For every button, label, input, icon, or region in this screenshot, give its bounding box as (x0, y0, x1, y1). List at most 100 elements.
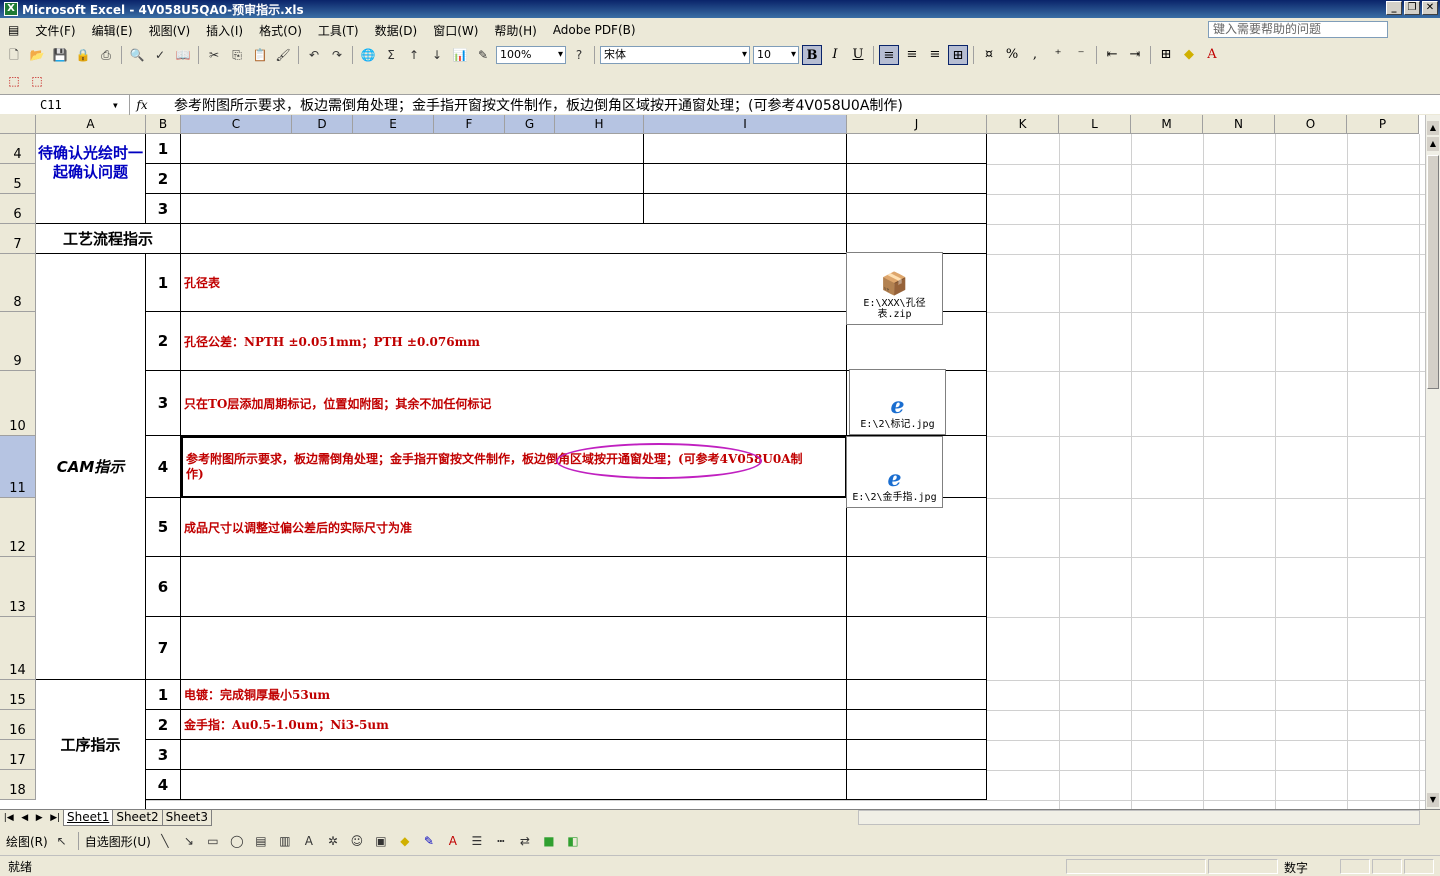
picture-icon[interactable]: ▣ (371, 831, 391, 851)
process-flow-title[interactable]: 工艺流程指示 (36, 224, 181, 254)
col-header-k[interactable]: K (987, 115, 1059, 134)
paste-icon[interactable]: 📋 (250, 45, 270, 65)
process-num-2[interactable]: 2 (146, 710, 181, 740)
row-header-5[interactable]: 5 (0, 164, 36, 194)
row-header-13[interactable]: 13 (0, 557, 36, 617)
pdf-convert-icon[interactable]: ⬚ (4, 71, 24, 91)
confirm-group-label[interactable]: 待确认光绘时一起确认问题 (36, 134, 146, 224)
scroll-up-icon[interactable]: ▲ (1427, 121, 1439, 135)
process-num-3[interactable]: 3 (146, 740, 181, 770)
confirm-cell[interactable] (181, 134, 644, 164)
select-all-corner[interactable] (0, 115, 36, 134)
process-item-4[interactable] (181, 770, 847, 800)
col-header-j[interactable]: J (847, 115, 987, 134)
col-header-h[interactable]: H (555, 115, 644, 134)
vertical-scrollbar[interactable]: ▲ ▲ ▼ (1425, 115, 1440, 809)
scroll-up-icon[interactable]: ▲ (1427, 137, 1439, 151)
3d-icon[interactable]: ◧ (563, 831, 583, 851)
align-right-icon[interactable]: ≡ (925, 45, 945, 65)
doc-icon[interactable]: ▤ (0, 23, 27, 37)
menu-help[interactable]: 帮助(H) (486, 22, 544, 39)
oval-icon[interactable]: ◯ (227, 831, 247, 851)
row-header-15[interactable]: 15 (0, 680, 36, 710)
dash-style-icon[interactable]: ┅ (491, 831, 511, 851)
sheet-tab-2[interactable]: Sheet2 (112, 810, 163, 826)
last-sheet-icon[interactable]: ▶| (50, 813, 60, 823)
line-icon[interactable]: ╲ (155, 831, 175, 851)
align-center-icon[interactable]: ≡ (902, 45, 922, 65)
col-header-m[interactable]: M (1131, 115, 1203, 134)
col-header-l[interactable]: L (1059, 115, 1131, 134)
sheet-tab-3[interactable]: Sheet3 (161, 810, 212, 826)
cam-group-label[interactable]: CAM指示 (36, 254, 146, 680)
attach-cell[interactable] (847, 617, 987, 680)
menu-file[interactable]: 文件(F) (27, 22, 83, 39)
arrow-style-icon[interactable]: ⇄ (515, 831, 535, 851)
col-header-p[interactable]: P (1347, 115, 1419, 134)
undo-icon[interactable]: ↶ (304, 45, 324, 65)
close-button[interactable]: ✕ (1422, 1, 1438, 15)
col-header-b[interactable]: B (146, 115, 181, 134)
process-num-4[interactable]: 4 (146, 770, 181, 800)
vertical-scroll-thumb[interactable] (1427, 155, 1439, 389)
italic-button[interactable]: I (825, 45, 845, 65)
wordart-icon[interactable]: A (299, 831, 319, 851)
first-sheet-icon[interactable]: |◀ (4, 813, 14, 823)
cam-item-5[interactable]: 成品尺寸以调整过偏公差后的实际尺寸为准 (181, 498, 847, 557)
menu-format[interactable]: 格式(O) (251, 22, 310, 39)
cam-item-7[interactable] (181, 617, 847, 680)
select-objects-icon[interactable]: ↖ (52, 831, 72, 851)
menu-data[interactable]: 数据(D) (367, 22, 426, 39)
cam-num-3[interactable]: 3 (146, 371, 181, 436)
save-icon[interactable]: 💾 (50, 45, 70, 65)
autoshapes-menu[interactable]: 自选图形(U) (85, 833, 151, 850)
row-header-7[interactable]: 7 (0, 224, 36, 254)
cam-num-4[interactable]: 4 (146, 436, 181, 498)
cam-item-1[interactable]: 孔径表 (181, 254, 847, 312)
row-header-14[interactable]: 14 (0, 617, 36, 680)
print-preview-icon[interactable]: 🔍 (127, 45, 147, 65)
embedded-zip-object[interactable]: 📦 E:\XXX\孔径表.zip (846, 252, 943, 325)
research-icon[interactable]: 📖 (173, 45, 193, 65)
embedded-jpg-object[interactable]: e E:\2\标记.jpg (849, 369, 946, 435)
col-header-n[interactable]: N (1203, 115, 1275, 134)
arrow-icon[interactable]: ↘ (179, 831, 199, 851)
font-color-icon[interactable]: A (443, 831, 463, 851)
row-header-10[interactable]: 10 (0, 371, 36, 436)
line-color-icon[interactable]: ✎ (419, 831, 439, 851)
col-header-o[interactable]: O (1275, 115, 1347, 134)
confirm-cell[interactable] (181, 164, 644, 194)
increase-decimal-icon[interactable]: ⁺ (1048, 45, 1068, 65)
process-item-1[interactable]: 电镀：完成铜厚最小53um (181, 680, 847, 710)
row-header-8[interactable]: 8 (0, 254, 36, 312)
confirm-cell[interactable] (644, 164, 847, 194)
permission-icon[interactable]: 🔒 (73, 45, 93, 65)
row-header-17[interactable]: 17 (0, 740, 36, 770)
restore-button[interactable]: ❐ (1404, 1, 1420, 15)
scroll-down-icon[interactable]: ▼ (1427, 793, 1439, 807)
font-size-select[interactable]: 10 (753, 46, 799, 64)
drawing-icon[interactable]: ✎ (473, 45, 493, 65)
cam-num-7[interactable]: 7 (146, 617, 181, 680)
attach-cell[interactable] (847, 740, 987, 770)
format-painter-icon[interactable]: 🖌 (273, 45, 293, 65)
menu-view[interactable]: 视图(V) (141, 22, 199, 39)
vertical-textbox-icon[interactable]: ▥ (275, 831, 295, 851)
col-header-c[interactable]: C (181, 115, 292, 134)
menu-window[interactable]: 窗口(W) (425, 22, 486, 39)
col-header-i[interactable]: I (644, 115, 847, 134)
align-left-icon[interactable]: ≡ (879, 45, 899, 65)
menu-insert[interactable]: 插入(I) (198, 22, 251, 39)
sort-asc-icon[interactable]: ↑ (404, 45, 424, 65)
currency-icon[interactable]: ¤ (979, 45, 999, 65)
process-num-1[interactable]: 1 (146, 680, 181, 710)
confirm-num-1[interactable]: 1 (146, 134, 181, 164)
worksheet-grid[interactable]: A B C D E F G H I J K L M N O P 4 5 6 7 … (0, 115, 1425, 809)
fill-color-icon[interactable]: ◆ (395, 831, 415, 851)
hyperlink-icon[interactable]: 🌐 (358, 45, 378, 65)
row-header-11[interactable]: 11 (0, 436, 36, 498)
attach-cell[interactable] (847, 710, 987, 740)
borders-icon[interactable]: ⊞ (1156, 45, 1176, 65)
autosum-icon[interactable]: Σ (381, 45, 401, 65)
merge-center-icon[interactable]: ⊞ (948, 45, 968, 65)
